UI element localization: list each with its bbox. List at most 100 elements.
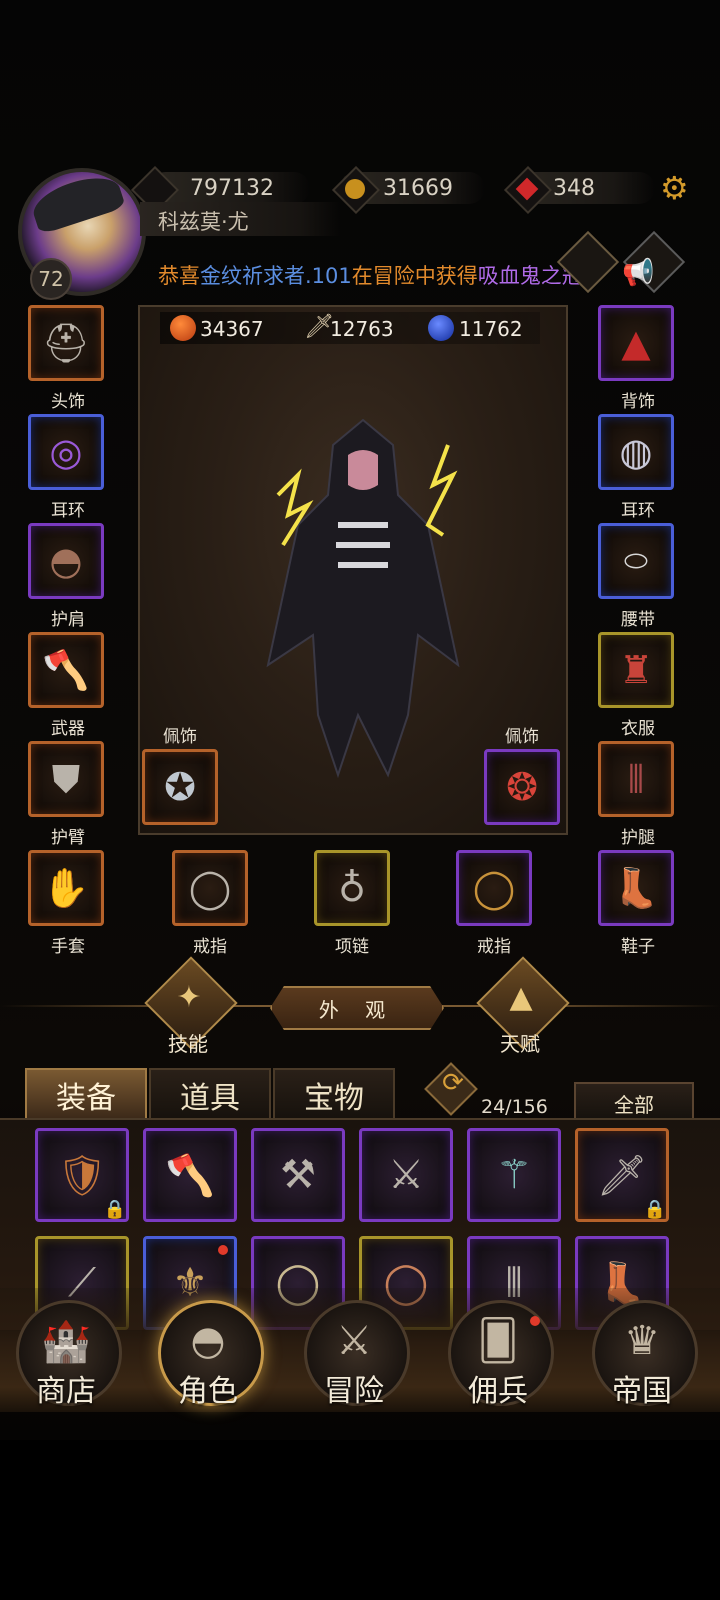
label-boots: 鞋子	[621, 937, 655, 957]
slot-boots[interactable]: 👢	[598, 850, 674, 926]
skills-label[interactable]: 技能	[148, 1028, 228, 1057]
nav-empire-label[interactable]: 帝国	[592, 1366, 692, 1410]
label-weapon: 武器	[51, 719, 85, 739]
earring-icon: ◎	[49, 430, 83, 474]
talent-label[interactable]: 天赋	[480, 1028, 560, 1057]
armor-icon: ♜	[618, 648, 654, 692]
cape-icon: ▲	[621, 321, 651, 365]
gear-icon[interactable]: ⚙	[660, 172, 689, 204]
announcement-ticker: 恭喜金纹祈求者.101在冒险中获得吸血鬼之冠,	[158, 260, 589, 290]
label-bracer: 护臂	[51, 828, 85, 848]
appearance-button[interactable]: 外 观	[270, 986, 444, 1030]
pauldron-icon: ◓	[49, 539, 83, 583]
belt-icon: ⬭	[624, 544, 648, 577]
inventory-item[interactable]: ⚒	[251, 1128, 345, 1222]
skills-icon: ✦	[176, 980, 202, 1015]
slot-clothes[interactable]: ♜	[598, 632, 674, 708]
gold-coin-fill	[345, 179, 365, 199]
slot-necklace[interactable]: ♁	[314, 850, 390, 926]
label-trinket-right: 佩饰	[505, 727, 539, 747]
player-name: 科兹莫·尤	[158, 210, 249, 234]
slot-earring-right[interactable]: ◍	[598, 414, 674, 490]
slot-trinket-right[interactable]: ❂	[484, 749, 560, 825]
castle-icon: 🏰	[41, 1319, 91, 1365]
slot-greaves[interactable]: ⫴	[598, 741, 674, 817]
slot-back[interactable]: ▲	[598, 305, 674, 381]
avatar-hat-shape	[28, 172, 126, 235]
slot-shoulder[interactable]: ◓	[28, 523, 104, 599]
glove-icon: ✋	[42, 865, 90, 910]
nav-adventure-label[interactable]: 冒险	[304, 1366, 404, 1410]
health-orb-icon	[170, 315, 196, 341]
slot-belt[interactable]: ⬭	[598, 523, 674, 599]
halberd-icon: ⚔	[388, 1152, 424, 1198]
axe-icon: 🪓	[165, 1152, 215, 1199]
label-necklace: 项链	[335, 937, 369, 957]
lock-icon: 🔒	[103, 1198, 127, 1220]
bracer-icon: ⛊	[51, 756, 81, 801]
label-shoulder: 护肩	[51, 610, 85, 630]
inventory-item[interactable]: 🛡 🔒	[35, 1128, 129, 1222]
ring-icon: ◯	[188, 866, 232, 910]
slot-ring-right[interactable]: ◯	[456, 850, 532, 926]
label-earring-right: 耳环	[621, 501, 655, 521]
new-badge	[218, 1245, 228, 1255]
lock-icon: 🔒	[643, 1198, 667, 1220]
label-belt: 腰带	[621, 610, 655, 630]
player-level-badge: 72	[30, 258, 72, 300]
staff-icon: ⚚	[496, 1152, 532, 1198]
inventory-item[interactable]: 🪓	[143, 1128, 237, 1222]
nav-character-label[interactable]: 角色	[158, 1366, 258, 1410]
megaphone-icon[interactable]: 📢	[622, 258, 654, 288]
mercenary-badge	[530, 1316, 540, 1326]
slot-weapon[interactable]: 🪓	[28, 632, 104, 708]
slot-ring-left[interactable]: ◯	[172, 850, 248, 926]
label-greaves: 护腿	[621, 828, 655, 848]
stat-mana: 11762	[459, 317, 523, 341]
battle-axe-icon: ⚒	[280, 1152, 316, 1198]
ring-icon: ◯	[472, 866, 516, 910]
slot-headwear[interactable]: ⛑	[28, 305, 104, 381]
slot-bracer[interactable]: ⛊	[28, 741, 104, 817]
crown-icon: ♛	[624, 1318, 660, 1364]
ticker-middle: 在冒险中获得	[351, 264, 478, 288]
label-gloves: 手套	[51, 937, 85, 957]
nav-mercenary-label[interactable]: 佣兵	[448, 1366, 548, 1410]
slot-gloves[interactable]: ✋	[28, 850, 104, 926]
game-screen: 72 797132 31669 348 ⚙ 科兹莫·尤 恭喜金纹祈求者.101在…	[0, 0, 720, 1440]
label-trinket-left: 佩饰	[163, 727, 197, 747]
refresh-icon: ⟳	[442, 1068, 464, 1098]
slot-earring-left[interactable]: ◎	[28, 414, 104, 490]
inventory-item[interactable]: 🗡 🔒	[575, 1128, 669, 1222]
ticker-player: 金纹祈求者.101	[200, 264, 352, 288]
tab-items[interactable]: 道具	[149, 1068, 271, 1122]
nav-shop-label[interactable]: 商店	[16, 1366, 116, 1410]
label-headwear: 头饰	[51, 392, 85, 412]
helmet-icon: ⛑	[41, 320, 91, 365]
ruby-value: 348	[553, 176, 595, 201]
slot-trinket-left[interactable]: ✪	[142, 749, 218, 825]
necklace-icon: ♁	[338, 866, 366, 910]
label-back: 背饰	[621, 392, 655, 412]
label-ring-left: 戒指	[193, 937, 227, 957]
ring-icon: ◍	[619, 430, 653, 474]
label-ring-right: 戒指	[477, 937, 511, 957]
medallion-icon: ❂	[506, 765, 538, 809]
inventory-count: 24/156	[481, 1096, 548, 1118]
inventory-item[interactable]: ⚔	[359, 1128, 453, 1222]
gold-value: 31669	[383, 176, 453, 201]
label-clothes: 衣服	[621, 719, 655, 739]
inventory-item[interactable]: ⚚	[467, 1128, 561, 1222]
mana-orb-icon	[428, 315, 454, 341]
crossed-swords-icon: ⚔	[336, 1318, 372, 1364]
amulet-icon: ✪	[164, 765, 196, 809]
tab-equipment[interactable]: 装备	[25, 1068, 147, 1122]
hood-icon: ◓	[190, 1318, 226, 1364]
tab-treasure[interactable]: 宝物	[273, 1068, 395, 1122]
energy-value: 797132	[190, 176, 274, 201]
label-earring-left: 耳环	[51, 501, 85, 521]
talent-icon: ▲	[509, 980, 533, 1015]
greaves-icon: ⫴	[628, 756, 644, 801]
character-model	[266, 418, 460, 779]
boot-icon: 👢	[612, 865, 660, 910]
